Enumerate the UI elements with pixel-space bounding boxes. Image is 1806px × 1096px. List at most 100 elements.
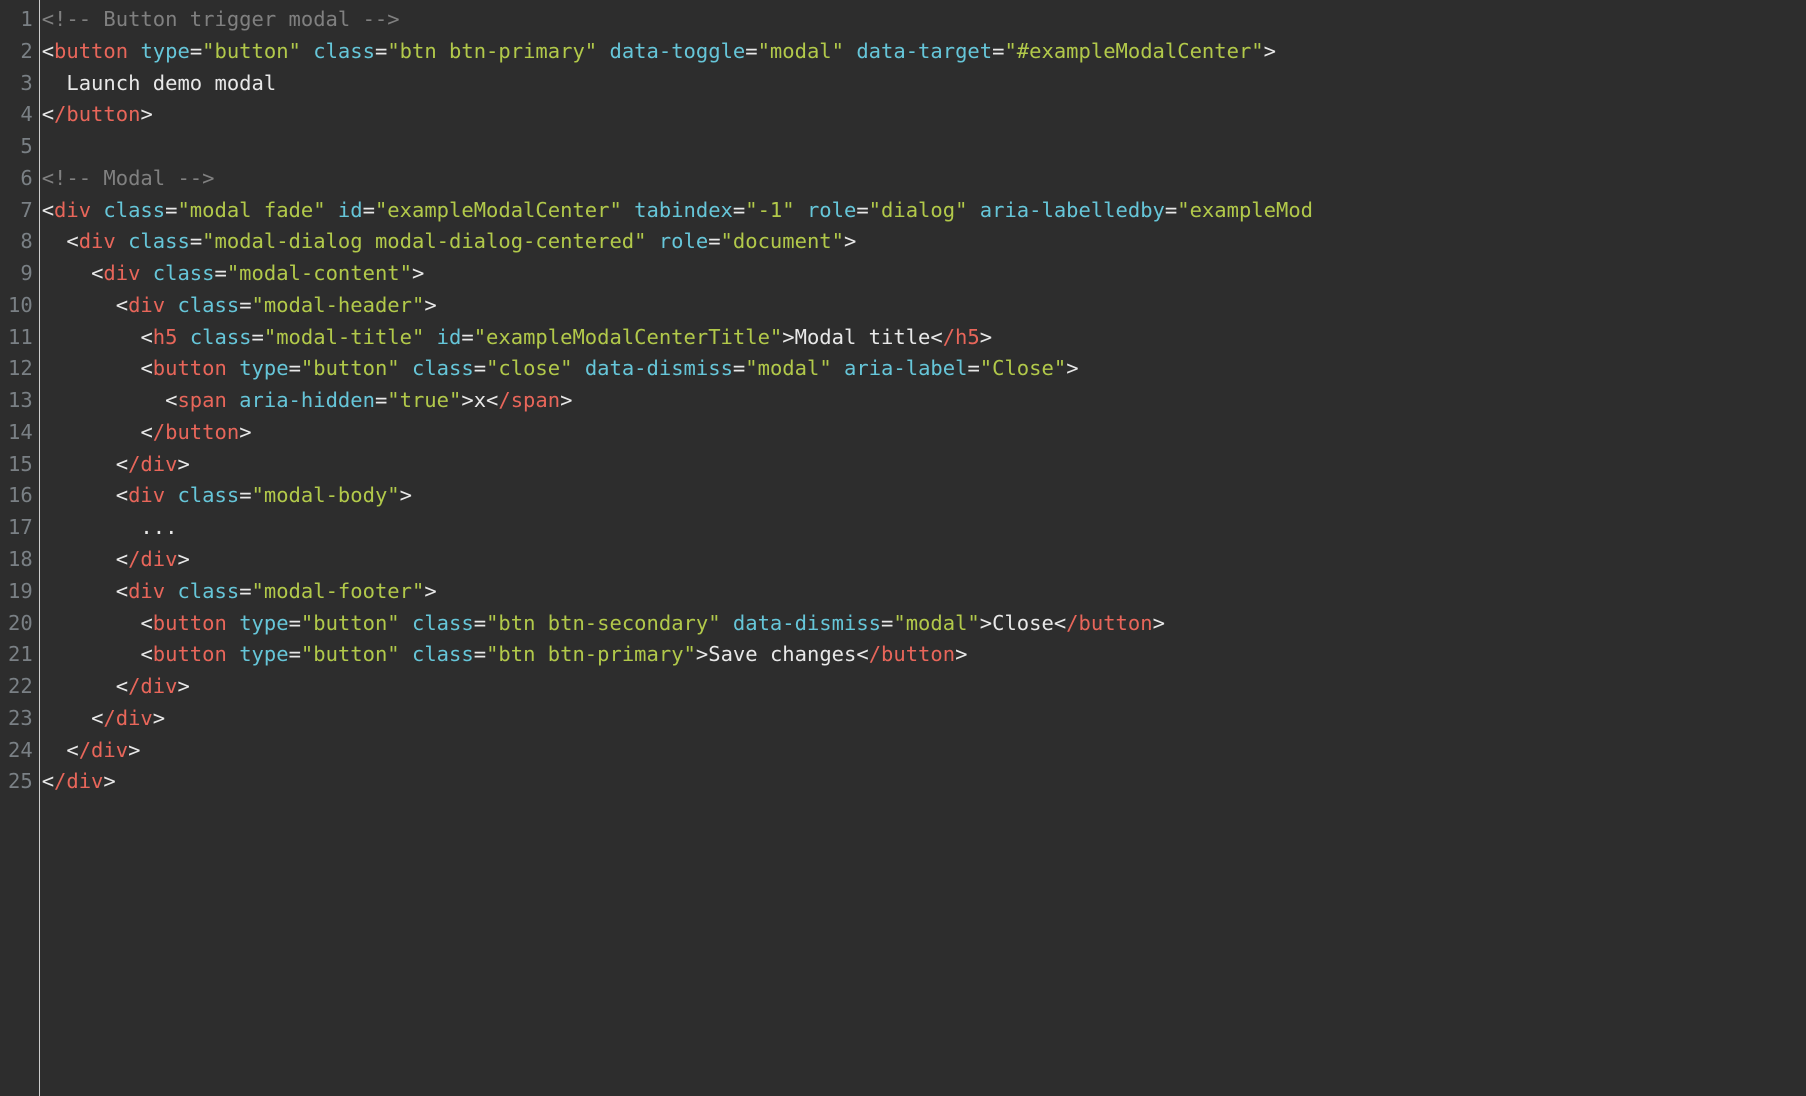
line-number: 14 [8, 417, 33, 449]
token-attr: id [437, 325, 462, 349]
code-line[interactable]: <!-- Button trigger modal --> [42, 4, 1806, 36]
token-text [400, 611, 412, 635]
token-attr: class [103, 198, 165, 222]
code-line[interactable]: <h5 class="modal-title" id="exampleModal… [42, 322, 1806, 354]
code-line[interactable]: <!-- Modal --> [42, 163, 1806, 195]
line-number: 17 [8, 512, 33, 544]
code-line[interactable]: <button type="button" class="btn btn-pri… [42, 36, 1806, 68]
token-tag: h5 [153, 325, 178, 349]
line-number: 22 [8, 671, 33, 703]
token-tag: /button [54, 102, 140, 126]
token-text [42, 420, 141, 444]
token-text [227, 642, 239, 666]
token-attr: aria-label [844, 356, 967, 380]
token-text [42, 452, 116, 476]
token-punct: > [177, 547, 189, 571]
token-text [42, 325, 141, 349]
token-punct: > [560, 388, 572, 412]
code-line[interactable]: <div class="modal-dialog modal-dialog-ce… [42, 226, 1806, 258]
token-text [42, 642, 141, 666]
token-attr: aria-hidden [239, 388, 375, 412]
line-number: 23 [8, 703, 33, 735]
line-number: 21 [8, 639, 33, 671]
token-text: Launch demo modal [42, 71, 277, 95]
token-punct: > [424, 293, 436, 317]
token-punct: > [177, 452, 189, 476]
code-line[interactable]: </div> [42, 544, 1806, 576]
token-eq: = [474, 356, 486, 380]
code-line[interactable]: <div class="modal-content"> [42, 258, 1806, 290]
token-tag: div [79, 229, 116, 253]
code-line[interactable]: </div> [42, 449, 1806, 481]
code-line[interactable]: Launch demo modal [42, 68, 1806, 100]
token-text [42, 483, 116, 507]
token-attr: class [153, 261, 215, 285]
token-punct: < [66, 229, 78, 253]
token-eq: = [733, 356, 745, 380]
code-line[interactable]: </div> [42, 735, 1806, 767]
code-line[interactable]: </button> [42, 417, 1806, 449]
token-string: "button" [301, 611, 400, 635]
token-punct: < [42, 198, 54, 222]
token-string: "exampleModalCenterTitle" [474, 325, 783, 349]
code-line[interactable]: <button type="button" class="btn btn-pri… [42, 639, 1806, 671]
line-number: 16 [8, 480, 33, 512]
code-line[interactable]: <button type="button" class="close" data… [42, 353, 1806, 385]
token-punct: < [116, 547, 128, 571]
code-line[interactable]: <div class="modal fade" id="exampleModal… [42, 195, 1806, 227]
token-tag: div [54, 198, 91, 222]
token-eq: = [474, 642, 486, 666]
token-text [424, 325, 436, 349]
code-line[interactable]: </button> [42, 99, 1806, 131]
token-text [42, 229, 67, 253]
code-editor[interactable]: 1234567891011121314151617181920212223242… [0, 0, 1806, 1096]
token-comment: <!-- Modal --> [42, 166, 215, 190]
token-text: Save changes [708, 642, 856, 666]
token-string: "btn btn-secondary" [486, 611, 721, 635]
token-punct: < [116, 452, 128, 476]
code-line[interactable]: <div class="modal-body"> [42, 480, 1806, 512]
line-number: 9 [8, 258, 33, 290]
code-line[interactable]: </div> [42, 671, 1806, 703]
token-text [597, 39, 609, 63]
line-number-gutter: 1234567891011121314151617181920212223242… [0, 0, 40, 1096]
token-text [572, 356, 584, 380]
line-number: 8 [8, 226, 33, 258]
token-text [832, 356, 844, 380]
token-eq: = [239, 579, 251, 603]
token-eq: = [190, 39, 202, 63]
token-text [42, 579, 116, 603]
token-eq: = [239, 293, 251, 317]
token-string: "button" [301, 356, 400, 380]
token-text [326, 198, 338, 222]
token-attr: class [313, 39, 375, 63]
code-line[interactable]: <div class="modal-header"> [42, 290, 1806, 322]
code-line[interactable] [42, 131, 1806, 163]
token-text: Close [992, 611, 1054, 635]
code-line[interactable]: <button type="button" class="btn btn-sec… [42, 608, 1806, 640]
token-text [721, 611, 733, 635]
token-attr: class [412, 611, 474, 635]
token-string: "modal" [893, 611, 979, 635]
token-text [177, 325, 189, 349]
token-eq: = [363, 198, 375, 222]
token-punct: > [782, 325, 794, 349]
token-eq: = [289, 356, 301, 380]
code-area[interactable]: <!-- Button trigger modal --> <button typ… [40, 0, 1806, 1096]
token-text [227, 611, 239, 635]
token-attr: id [338, 198, 363, 222]
token-punct: < [930, 325, 942, 349]
token-tag: div [128, 483, 165, 507]
code-line[interactable]: </div> [42, 766, 1806, 798]
token-text [622, 198, 634, 222]
token-attr: data-toggle [609, 39, 745, 63]
token-attr: type [239, 642, 288, 666]
token-eq: = [881, 611, 893, 635]
code-line[interactable]: ... [42, 512, 1806, 544]
code-line[interactable]: </div> [42, 703, 1806, 735]
code-line[interactable]: <span aria-hidden="true">x</span> [42, 385, 1806, 417]
code-line[interactable]: <div class="modal-footer"> [42, 576, 1806, 608]
line-number: 12 [8, 353, 33, 385]
line-number: 25 [8, 766, 33, 798]
token-punct: > [980, 325, 992, 349]
